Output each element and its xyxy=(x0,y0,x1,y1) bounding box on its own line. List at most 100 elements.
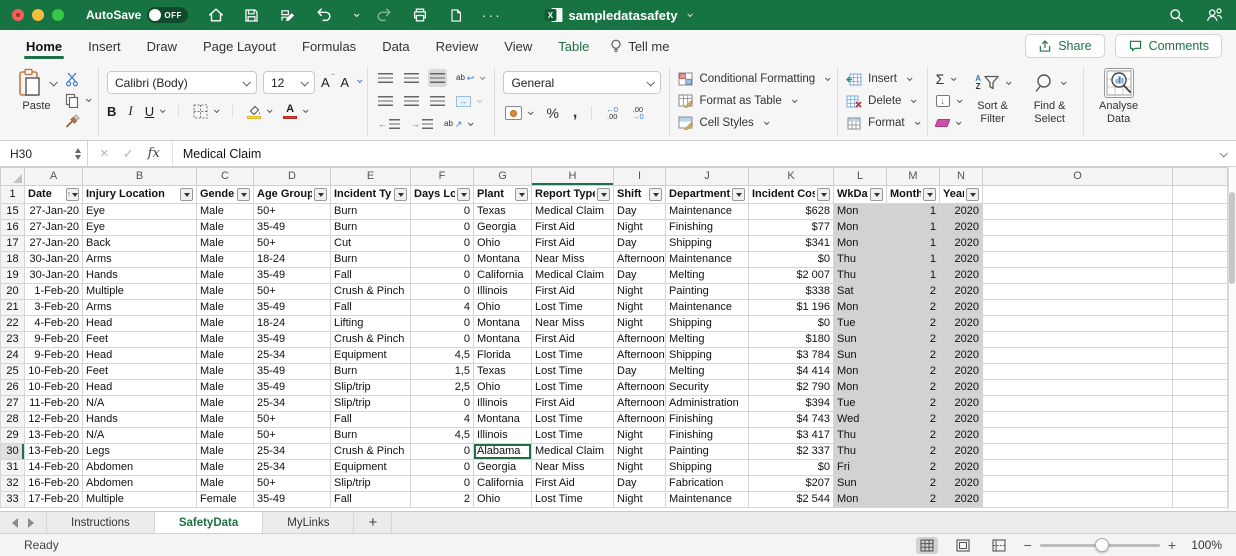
filter-dropdown-icon[interactable] xyxy=(237,188,250,201)
cell[interactable] xyxy=(982,267,1173,284)
cell[interactable]: 2 xyxy=(886,347,940,364)
row-number[interactable]: 21 xyxy=(0,299,25,316)
cell[interactable]: $180 xyxy=(748,331,834,348)
cell[interactable]: Multiple xyxy=(82,283,197,300)
cell[interactable]: Melting xyxy=(665,267,749,284)
cell[interactable] xyxy=(982,395,1173,412)
cell[interactable]: Ohio xyxy=(473,235,532,252)
cell[interactable]: Finishing xyxy=(665,219,749,236)
tab-table[interactable]: Table xyxy=(546,32,601,62)
cell[interactable]: 50+ xyxy=(253,411,331,428)
select-all-corner[interactable] xyxy=(0,167,25,186)
cell[interactable]: Equipment xyxy=(330,347,411,364)
format-painter-button[interactable] xyxy=(65,111,90,131)
undo-dropdown-icon[interactable] xyxy=(353,11,360,18)
bold-button[interactable]: B xyxy=(107,104,116,119)
cell[interactable]: Day xyxy=(613,235,666,252)
column-letter-I[interactable]: I xyxy=(613,167,666,186)
table-header-cell[interactable]: Age Group xyxy=(253,185,331,204)
analyse-data-button[interactable]: Analyse Data xyxy=(1092,67,1146,126)
cell[interactable]: Lifting xyxy=(330,315,411,332)
cell[interactable]: Burn xyxy=(330,363,411,380)
cell[interactable]: Cut xyxy=(330,235,411,252)
row-number[interactable]: 17 xyxy=(0,235,25,252)
vertical-scrollbar[interactable] xyxy=(1228,167,1236,511)
cell[interactable]: Ohio xyxy=(473,299,532,316)
cell[interactable]: $3 784 xyxy=(748,347,834,364)
cell[interactable]: 2020 xyxy=(939,219,983,236)
cell[interactable]: Fall xyxy=(330,299,411,316)
cell[interactable] xyxy=(982,283,1173,300)
cell[interactable]: Shipping xyxy=(665,347,749,364)
filter-dropdown-icon[interactable] xyxy=(394,188,407,201)
fill-button[interactable]: ↓ xyxy=(935,91,963,111)
tell-me-button[interactable]: Tell me xyxy=(609,38,670,54)
cell[interactable]: Crush & Pinch xyxy=(330,443,411,460)
cell[interactable]: 17-Feb-20 xyxy=(24,491,83,508)
column-letter-G[interactable]: G xyxy=(473,167,532,186)
next-sheet-icon[interactable] xyxy=(28,517,34,528)
cell[interactable]: 3-Feb-20 xyxy=(24,299,83,316)
align-left-button[interactable] xyxy=(376,92,395,110)
expand-formula-bar-icon[interactable] xyxy=(1216,141,1236,166)
cell[interactable]: Finishing xyxy=(665,411,749,428)
cell[interactable]: Arms xyxy=(82,299,197,316)
cell[interactable]: Georgia xyxy=(473,219,532,236)
cell[interactable]: 50+ xyxy=(253,283,331,300)
cell[interactable]: 27-Jan-20 xyxy=(24,219,83,236)
cell[interactable]: Afternoon xyxy=(613,411,666,428)
cell[interactable]: Mon xyxy=(833,235,887,252)
formula-bar-input[interactable]: Medical Claim xyxy=(171,141,1216,166)
cell[interactable]: Illinois xyxy=(473,283,532,300)
cell[interactable]: Mon xyxy=(833,379,887,396)
align-bottom-button[interactable] xyxy=(428,69,448,87)
cell[interactable]: Male xyxy=(196,331,254,348)
cell[interactable]: Male xyxy=(196,347,254,364)
cell[interactable]: First Aid xyxy=(531,475,614,492)
cell[interactable]: Medical Claim xyxy=(531,443,614,460)
cell[interactable]: 10-Feb-20 xyxy=(24,379,83,396)
tab-home[interactable]: Home xyxy=(14,32,74,62)
filter-dropdown-icon[interactable] xyxy=(457,188,470,201)
share-presence-icon[interactable] xyxy=(1204,5,1224,25)
decrease-indent-button[interactable]: ← xyxy=(376,115,402,133)
cell[interactable]: Sat xyxy=(833,283,887,300)
cell[interactable]: Crush & Pinch xyxy=(330,331,411,348)
table-header-cell[interactable]: Year xyxy=(939,185,983,204)
row-number[interactable]: 23 xyxy=(0,331,25,348)
cell[interactable]: 0 xyxy=(410,459,474,476)
italic-button[interactable]: I xyxy=(128,103,132,119)
cell[interactable]: $207 xyxy=(748,475,834,492)
align-right-button[interactable] xyxy=(428,92,447,110)
cell[interactable]: Night xyxy=(613,283,666,300)
row-number[interactable]: 20 xyxy=(0,283,25,300)
title-dropdown-icon[interactable] xyxy=(687,11,694,18)
cell[interactable]: Male xyxy=(196,315,254,332)
sort-filter-button[interactable]: AZ Sort & Filter xyxy=(969,67,1017,135)
cell[interactable]: First Aid xyxy=(531,331,614,348)
cell[interactable]: 25-34 xyxy=(253,395,331,412)
table-header-cell[interactable]: Days Lost xyxy=(410,185,474,204)
cell[interactable]: 4,5 xyxy=(410,427,474,444)
cell[interactable]: Montana xyxy=(473,331,532,348)
sheet-tab-safetydata[interactable]: SafetyData xyxy=(154,512,264,533)
cell[interactable]: 11-Feb-20 xyxy=(24,395,83,412)
close-window-button[interactable] xyxy=(12,9,24,21)
cell[interactable] xyxy=(982,491,1173,508)
cell[interactable]: Maintenance xyxy=(665,251,749,268)
cell[interactable]: Male xyxy=(196,459,254,476)
table-header-cell[interactable]: Incident Cost xyxy=(748,185,834,204)
cell[interactable]: $3 417 xyxy=(748,427,834,444)
cell[interactable]: $1 196 xyxy=(748,299,834,316)
table-header-cell[interactable]: Injury Location xyxy=(82,185,197,204)
number-format-select[interactable]: General xyxy=(503,71,662,94)
filter-dropdown-icon[interactable] xyxy=(597,188,610,201)
cell[interactable]: 9-Feb-20 xyxy=(24,347,83,364)
cell[interactable]: Thu xyxy=(833,251,887,268)
increase-font-size-button[interactable]: Aˆ xyxy=(321,73,334,90)
cell[interactable]: Lost Time xyxy=(531,491,614,508)
cell[interactable]: Male xyxy=(196,235,254,252)
cell[interactable] xyxy=(982,475,1173,492)
cell[interactable]: Sun xyxy=(833,331,887,348)
cell[interactable]: 0 xyxy=(410,219,474,236)
